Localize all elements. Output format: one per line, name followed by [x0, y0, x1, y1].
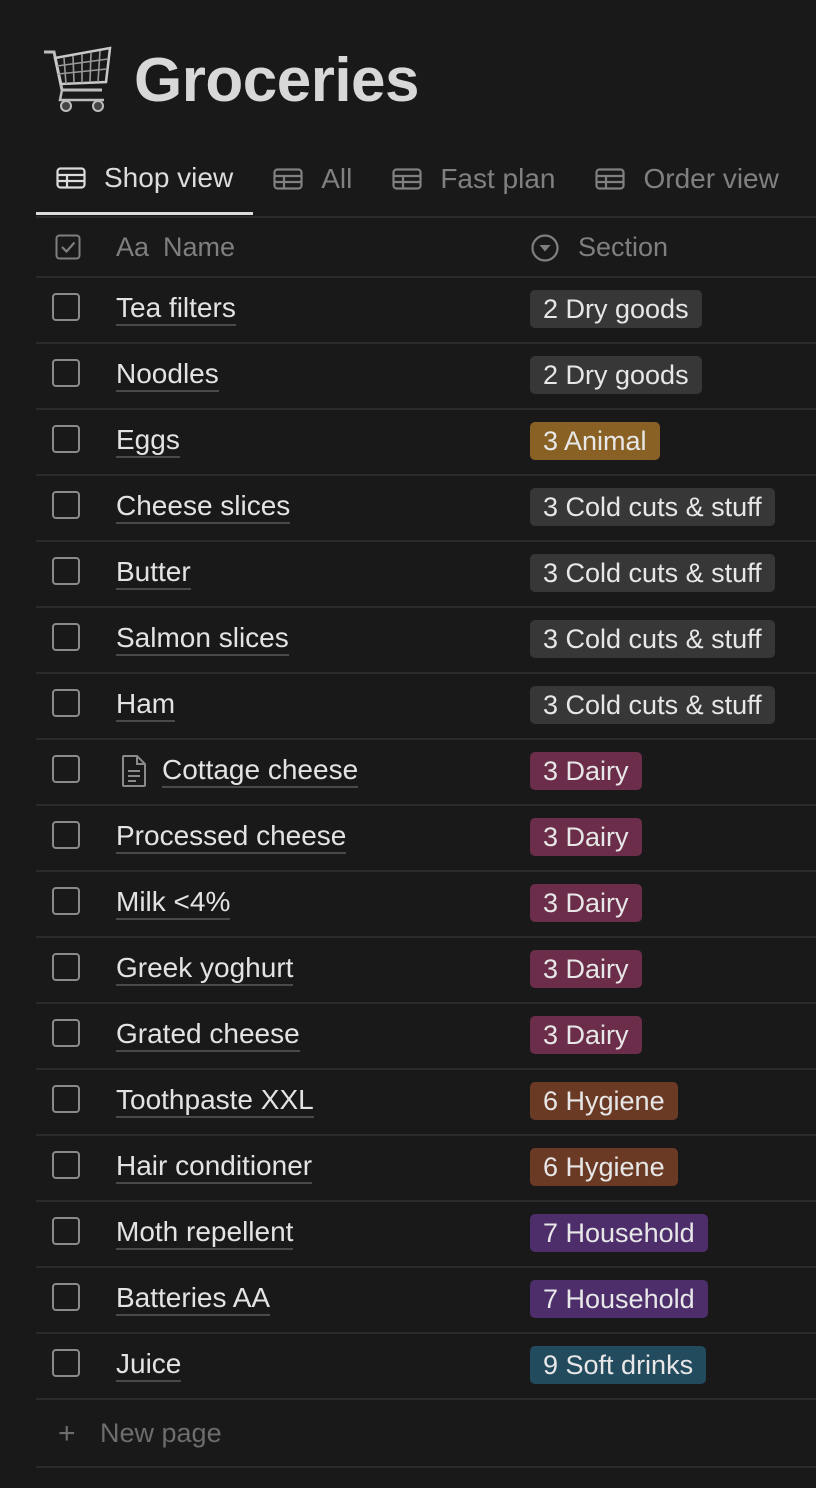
section-tag[interactable]: 3 Cold cuts & stuff [530, 554, 775, 592]
section-tag[interactable]: 3 Cold cuts & stuff [530, 488, 775, 526]
new-page-button[interactable]: + New page [36, 1400, 816, 1468]
item-name[interactable]: Salmon slices [116, 622, 289, 656]
table-row[interactable]: Moth repellent 7 Household [36, 1202, 816, 1268]
item-name[interactable]: Greek yoghurt [116, 952, 294, 986]
item-name[interactable]: Noodles [116, 358, 219, 392]
new-page-label: New page [100, 1418, 222, 1448]
item-name[interactable]: Processed cheese [116, 820, 347, 854]
section-tag[interactable]: 3 Cold cuts & stuff [530, 686, 775, 724]
item-name[interactable]: Moth repellent [116, 1216, 294, 1250]
page-title[interactable]: Groceries [134, 45, 420, 116]
table-row[interactable]: Butter 3 Cold cuts & stuff [36, 542, 816, 608]
plus-icon: + [58, 1417, 76, 1450]
page-header: Groceries [40, 40, 420, 120]
table-icon [595, 168, 626, 190]
table-row[interactable]: Grated cheese 3 Dairy [36, 1004, 816, 1070]
row-checkbox[interactable] [52, 755, 80, 783]
row-checkbox[interactable] [52, 1283, 80, 1311]
item-name[interactable]: Eggs [116, 424, 180, 458]
table-header-row: Aa Name Section [36, 216, 816, 278]
view-tabs: Shop view All Fast plan Order view [36, 144, 816, 218]
table-body: Tea filters 2 Dry goods Noodles 2 Dry goods… [36, 278, 816, 1400]
tab-label: Shop view [104, 162, 234, 193]
section-tag[interactable]: 6 Hygiene [530, 1148, 678, 1186]
section-tag[interactable]: 3 Animal [530, 422, 660, 460]
item-name[interactable]: Batteries AA [116, 1282, 271, 1316]
table-icon [56, 167, 86, 189]
groceries-page: Groceries Shop view All Fast plan Order … [0, 0, 816, 1488]
table-row[interactable]: Eggs 3 Animal [36, 410, 816, 476]
table-row[interactable]: Tea filters 2 Dry goods [36, 278, 816, 344]
section-tag[interactable]: 3 Dairy [530, 818, 642, 856]
section-tag[interactable]: 7 Household [530, 1280, 708, 1318]
select-chevron-icon [531, 234, 559, 262]
table-row[interactable]: Cottage cheese 3 Dairy [36, 740, 816, 806]
row-checkbox[interactable] [52, 425, 80, 453]
table-row[interactable]: Salmon slices 3 Cold cuts & stuff [36, 608, 816, 674]
table-row[interactable]: Cheese slices 3 Cold cuts & stuff [36, 476, 816, 542]
table-row[interactable]: Processed cheese 3 Dairy [36, 806, 816, 872]
section-tag[interactable]: 3 Dairy [530, 1016, 642, 1054]
section-tag[interactable]: 3 Cold cuts & stuff [530, 620, 775, 658]
section-tag[interactable]: 9 Soft drinks [530, 1346, 707, 1384]
name-column-header[interactable]: Aa Name [116, 232, 235, 263]
table-row[interactable]: Noodles 2 Dry goods [36, 344, 816, 410]
tab-label: Fast plan [440, 163, 556, 194]
tab-label: All [321, 163, 353, 194]
row-checkbox[interactable] [52, 1151, 80, 1179]
section-tag[interactable]: 3 Dairy [530, 752, 642, 790]
tab-order-view[interactable]: Order view [575, 144, 798, 214]
text-property-icon: Aa [116, 232, 150, 262]
document-icon [122, 755, 146, 787]
item-name[interactable]: Ham [116, 688, 176, 722]
section-tag[interactable]: 3 Dairy [530, 884, 642, 922]
row-checkbox[interactable] [52, 557, 80, 585]
row-checkbox[interactable] [52, 293, 80, 321]
row-checkbox[interactable] [52, 953, 80, 981]
groceries-table: Aa Name Section Tea filters 2 Dry goods Noo… [36, 216, 816, 1468]
section-column-header[interactable]: Section [578, 232, 668, 263]
row-checkbox[interactable] [52, 1217, 80, 1245]
table-row[interactable]: Ham 3 Cold cuts & stuff [36, 674, 816, 740]
item-name[interactable]: Cheese slices [116, 490, 291, 524]
item-name[interactable]: Juice [116, 1348, 182, 1382]
table-row[interactable]: Juice 9 Soft drinks [36, 1334, 816, 1400]
tab-label: Order view [643, 163, 779, 194]
row-checkbox[interactable] [52, 623, 80, 651]
row-checkbox[interactable] [52, 359, 80, 387]
name-column-label: Name [163, 232, 236, 262]
section-tag[interactable]: 2 Dry goods [530, 356, 702, 394]
section-tag[interactable]: 7 Household [530, 1214, 708, 1252]
row-checkbox[interactable] [52, 689, 80, 717]
table-icon [392, 168, 422, 190]
section-tag[interactable]: 2 Dry goods [530, 290, 702, 328]
item-name[interactable]: Toothpaste XXL [116, 1084, 314, 1118]
row-checkbox[interactable] [52, 1085, 80, 1113]
table-row[interactable]: Toothpaste XXL 6 Hygiene [36, 1070, 816, 1136]
tab-fast-plan[interactable]: Fast plan [372, 144, 575, 214]
table-row[interactable]: Hair conditioner 6 Hygiene [36, 1136, 816, 1202]
row-checkbox[interactable] [52, 821, 80, 849]
table-row[interactable]: Batteries AA 7 Household [36, 1268, 816, 1334]
section-tag[interactable]: 3 Dairy [530, 950, 642, 988]
item-name[interactable]: Butter [116, 556, 191, 590]
row-checkbox[interactable] [52, 491, 80, 519]
tab-all[interactable]: All [253, 144, 372, 214]
row-checkbox[interactable] [52, 1019, 80, 1047]
item-name[interactable]: Hair conditioner [116, 1150, 313, 1184]
item-name[interactable]: Grated cheese [116, 1018, 300, 1052]
row-checkbox[interactable] [52, 887, 80, 915]
shopping-cart-icon [44, 46, 112, 112]
item-name[interactable]: Tea filters [116, 292, 236, 326]
section-tag[interactable]: 6 Hygiene [530, 1082, 678, 1120]
table-row[interactable]: Greek yoghurt 3 Dairy [36, 938, 816, 1004]
item-name[interactable]: Milk <4% [116, 886, 231, 920]
tab-shop-view[interactable]: Shop view [36, 144, 254, 215]
item-name[interactable]: Cottage cheese [162, 754, 359, 788]
table-icon [273, 168, 303, 190]
checked-checkbox-icon[interactable] [55, 234, 81, 260]
row-checkbox[interactable] [52, 1349, 80, 1377]
table-row[interactable]: Milk <4% 3 Dairy [36, 872, 816, 938]
